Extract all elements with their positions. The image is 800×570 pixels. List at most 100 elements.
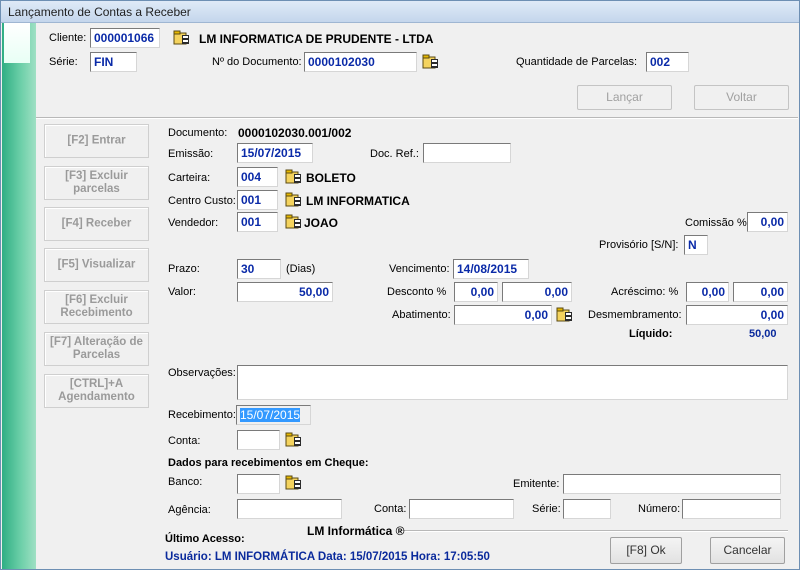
cheque-serie-label: Série: bbox=[532, 503, 561, 515]
observacoes-field[interactable] bbox=[237, 365, 788, 400]
agendamento-label: [CTRL]+A Agendamento bbox=[58, 378, 135, 403]
agencia-field[interactable] bbox=[237, 499, 342, 519]
serie-field[interactable]: FIN bbox=[90, 52, 137, 72]
desconto-pct-field[interactable]: 0,00 bbox=[454, 282, 498, 302]
conta-label: Conta: bbox=[168, 435, 201, 447]
documento-number-field[interactable]: 0000102030 bbox=[304, 52, 417, 72]
excluir-parcelas-button[interactable]: [F3] Excluir parcelas bbox=[44, 166, 149, 200]
title-bar: Lançamento de Contas a Receber bbox=[1, 1, 799, 23]
agencia-label: Agência: bbox=[168, 504, 211, 516]
numero-field[interactable] bbox=[682, 499, 781, 519]
side-decoration-strip bbox=[2, 23, 36, 569]
alteracao-parcelas-button[interactable]: [F7] Alteração de Parcelas bbox=[44, 332, 149, 366]
cheque-conta-label: Conta: bbox=[374, 503, 407, 515]
parcelas-field[interactable]: 002 bbox=[646, 52, 689, 72]
excluir-recebimento-button[interactable]: [F6] Excluir Recebimento bbox=[44, 290, 149, 324]
abatimento-lookup-icon[interactable] bbox=[556, 307, 574, 323]
recebimento-label: Recebimento: bbox=[168, 409, 236, 421]
docref-label: Doc. Ref.: bbox=[370, 148, 419, 160]
liquido-value: 50,00 bbox=[749, 328, 777, 340]
form-content: Cliente: 000001066 LM INFORMATICA DE PRU… bbox=[36, 23, 799, 569]
desconto-label: Desconto % bbox=[387, 286, 447, 298]
cheque-serie-field[interactable] bbox=[563, 499, 611, 519]
cheque-section-title: Dados para recebimentos em Cheque: bbox=[168, 457, 369, 469]
documento-label: Documento: bbox=[168, 127, 228, 139]
ultimo-acesso-label: Último Acesso: bbox=[165, 533, 245, 545]
emissao-label: Emissão: bbox=[168, 148, 214, 160]
abatimento-label: Abatimento: bbox=[392, 309, 451, 321]
documento-lookup-icon[interactable] bbox=[422, 54, 440, 70]
comissao-label: Comissão %: bbox=[685, 217, 750, 229]
emissao-field[interactable]: 15/07/2015 bbox=[237, 143, 313, 163]
entrar-button-label: [F2] Entrar bbox=[67, 134, 126, 147]
comissao-field[interactable]: 0,00 bbox=[747, 212, 788, 232]
emitente-field[interactable] bbox=[563, 474, 781, 494]
acrescimo-value-field[interactable]: 0,00 bbox=[733, 282, 788, 302]
conta-field[interactable] bbox=[237, 430, 280, 450]
docref-field[interactable] bbox=[423, 143, 511, 163]
desconto-value-field[interactable]: 0,00 bbox=[502, 282, 572, 302]
centro-custo-lookup-icon[interactable] bbox=[285, 192, 303, 208]
cliente-code-field[interactable]: 000001066 bbox=[90, 28, 160, 48]
desmembramento-field[interactable]: 0,00 bbox=[686, 305, 788, 325]
entrar-button[interactable]: [F2] Entrar bbox=[44, 124, 149, 158]
serie-label: Série: bbox=[49, 56, 78, 68]
recebimento-field[interactable]: 15/07/2015 bbox=[236, 405, 311, 425]
valor-field[interactable]: 50,00 bbox=[237, 282, 333, 302]
carteira-code-field[interactable]: 004 bbox=[237, 167, 278, 187]
banco-field[interactable] bbox=[237, 474, 280, 494]
brand-label: LM Informática ® bbox=[307, 524, 405, 538]
vencimento-label: Vencimento: bbox=[389, 263, 450, 275]
vendedor-lookup-icon[interactable] bbox=[285, 214, 303, 230]
conta-lookup-icon[interactable] bbox=[285, 432, 303, 448]
numero-label: Número: bbox=[638, 503, 681, 515]
usuario-info: Usuário: LM INFORMÁTICA Data: 15/07/2015… bbox=[165, 551, 490, 563]
header-divider bbox=[36, 117, 798, 119]
excluir-recebimento-label: [F6] Excluir Recebimento bbox=[60, 294, 133, 319]
provisorio-field[interactable]: N bbox=[684, 235, 708, 255]
provisorio-label: Provisório [S/N]: bbox=[599, 239, 679, 251]
receber-button[interactable]: [F4] Receber bbox=[44, 207, 149, 241]
valor-label: Valor: bbox=[168, 286, 196, 298]
alteracao-parcelas-label: [F7] Alteração de Parcelas bbox=[50, 336, 143, 361]
vencimento-field[interactable]: 14/08/2015 bbox=[453, 259, 529, 279]
excluir-parcelas-label: [F3] Excluir parcelas bbox=[65, 170, 128, 195]
acrescimo-label: Acréscimo: % bbox=[611, 286, 679, 298]
documento-number-label: Nº do Documento: bbox=[212, 56, 302, 68]
observacoes-label: Observações: bbox=[168, 367, 236, 379]
vendedor-name: JOAO bbox=[304, 216, 339, 230]
recebimento-value: 15/07/2015 bbox=[240, 408, 301, 422]
abatimento-field[interactable]: 0,00 bbox=[454, 305, 552, 325]
documento-value: 0000102030.001/002 bbox=[238, 126, 352, 140]
prazo-unit: (Dias) bbox=[286, 263, 316, 275]
footer-divider bbox=[402, 530, 788, 532]
agendamento-button[interactable]: [CTRL]+A Agendamento bbox=[44, 374, 149, 408]
receber-label: [F4] Receber bbox=[61, 217, 132, 230]
cheque-conta-field[interactable] bbox=[409, 499, 514, 519]
acrescimo-pct-field[interactable]: 0,00 bbox=[686, 282, 729, 302]
centro-custo-label: Centro Custo: bbox=[168, 195, 236, 207]
cliente-name: LM INFORMATICA DE PRUDENTE - LTDA bbox=[199, 32, 434, 46]
cancelar-button[interactable]: Cancelar bbox=[710, 537, 785, 564]
banco-label: Banco: bbox=[168, 476, 203, 488]
window-title: Lançamento de Contas a Receber bbox=[8, 5, 191, 19]
visualizar-button[interactable]: [F5] Visualizar bbox=[44, 248, 149, 282]
desmembramento-label: Desmembramento: bbox=[588, 309, 682, 321]
liquido-label: Líquido: bbox=[629, 328, 673, 340]
visualizar-label: [F5] Visualizar bbox=[57, 258, 136, 271]
lancar-button[interactable]: Lançar bbox=[577, 85, 672, 110]
ok-button[interactable]: [F8] Ok bbox=[610, 537, 682, 564]
main-window: Lançamento de Contas a Receber Cliente: … bbox=[0, 0, 800, 570]
emitente-label: Emitente: bbox=[513, 478, 560, 490]
vendedor-label: Vendedor: bbox=[168, 217, 219, 229]
carteira-lookup-icon[interactable] bbox=[285, 169, 303, 185]
banco-lookup-icon[interactable] bbox=[285, 475, 303, 491]
centro-custo-name: LM INFORMATICA bbox=[306, 194, 410, 208]
parcelas-label: Quantidade de Parcelas: bbox=[516, 56, 638, 68]
cliente-lookup-icon[interactable] bbox=[173, 30, 191, 46]
centro-custo-code-field[interactable]: 001 bbox=[237, 190, 278, 210]
vendedor-code-field[interactable]: 001 bbox=[237, 212, 278, 232]
voltar-button[interactable]: Voltar bbox=[694, 85, 789, 110]
prazo-field[interactable]: 30 bbox=[237, 259, 281, 279]
cliente-label: Cliente: bbox=[49, 32, 87, 44]
